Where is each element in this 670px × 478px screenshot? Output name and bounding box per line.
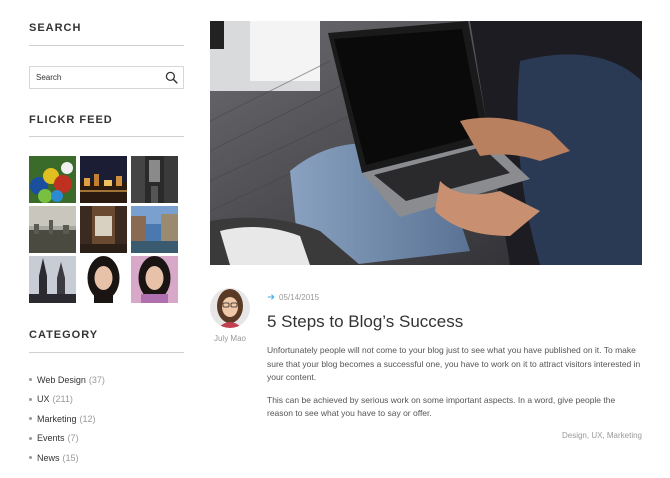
divider	[29, 352, 184, 353]
post-author: July Mao	[210, 288, 250, 343]
flickr-widget-title: FLICKR FEED	[29, 114, 113, 126]
avatar[interactable]	[210, 288, 250, 328]
category-item-marketing[interactable]: Marketing (12)	[29, 409, 105, 429]
flickr-photo-street-view[interactable]	[80, 206, 127, 253]
flickr-photo-city-night[interactable]	[80, 156, 127, 203]
flickr-photo-portrait-woman-purple[interactable]	[131, 256, 178, 303]
author-name[interactable]: July Mao	[202, 334, 258, 343]
search-box[interactable]	[29, 66, 184, 89]
search-input[interactable]	[30, 67, 155, 88]
flickr-grid	[29, 156, 178, 303]
category-item-news[interactable]: News (15)	[29, 448, 105, 468]
search-icon[interactable]	[165, 71, 178, 84]
flickr-photo-canal-town[interactable]	[131, 206, 178, 253]
flickr-photo-dark-alley[interactable]	[131, 156, 178, 203]
category-label[interactable]: Web Design	[37, 373, 86, 387]
flickr-photo-portrait-woman[interactable]	[80, 256, 127, 303]
category-item-web-design[interactable]: Web Design (37)	[29, 370, 105, 390]
post-featured-image[interactable]	[210, 21, 642, 265]
flickr-photo-gothic-spires[interactable]	[29, 256, 76, 303]
post-title[interactable]: 5 Steps to Blog’s Success	[267, 312, 642, 332]
flickr-photo-colorful-figurines[interactable]	[29, 156, 76, 203]
flickr-photo-city-skyline[interactable]	[29, 206, 76, 253]
category-count: (37)	[88, 374, 105, 385]
divider	[29, 45, 184, 46]
category-widget-title: CATEGORY	[29, 329, 99, 341]
bullet-icon	[29, 378, 32, 382]
bullet-icon	[29, 436, 32, 440]
category-label[interactable]: Marketing	[37, 412, 77, 426]
search-widget-title: SEARCH	[29, 22, 82, 34]
post-tags[interactable]: Design, UX, Marketing	[267, 431, 642, 440]
arrow-right-icon	[267, 294, 275, 300]
category-label[interactable]: News	[37, 451, 60, 465]
post-date-text: 05/14/2015	[279, 292, 320, 302]
bullet-icon	[29, 417, 32, 421]
category-label[interactable]: Events	[37, 431, 65, 445]
post-paragraph: This can be achieved by serious work on …	[267, 394, 616, 419]
category-list: Web Design (37) UX (211) Marketing (12) …	[29, 370, 105, 468]
post-date: 05/14/2015	[267, 291, 642, 303]
divider	[29, 136, 184, 137]
category-count: (12)	[79, 413, 96, 424]
bullet-icon	[29, 397, 32, 401]
category-count: (7)	[67, 433, 79, 444]
bullet-icon	[29, 456, 32, 460]
category-count: (15)	[62, 452, 79, 463]
category-count: (211)	[52, 394, 73, 405]
category-item-ux[interactable]: UX (211)	[29, 390, 105, 410]
blog-post: 05/14/2015 5 Steps to Blog’s Success Unf…	[267, 291, 642, 440]
post-paragraph: Unfortunately people will not come to yo…	[267, 345, 641, 382]
category-label[interactable]: UX	[37, 392, 50, 406]
category-item-events[interactable]: Events (7)	[29, 429, 105, 449]
